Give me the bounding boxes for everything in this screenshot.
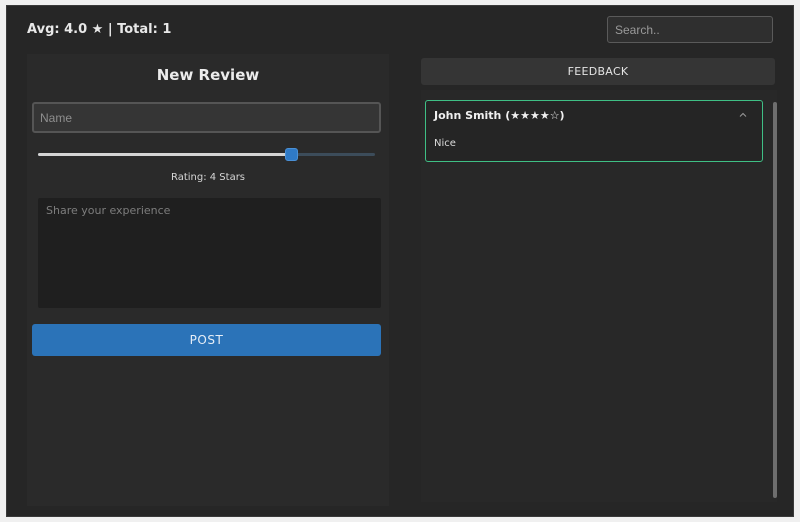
review-app: Avg: 4.0 ★ | Total: 1 New Review Rating:… bbox=[6, 5, 794, 517]
chevron-up-icon[interactable] bbox=[738, 110, 748, 120]
feedback-header: FEEDBACK bbox=[421, 58, 775, 85]
form-title: New Review bbox=[156, 66, 260, 84]
post-button[interactable]: POST bbox=[32, 324, 381, 356]
review-title: John Smith (★★★★☆) bbox=[434, 109, 565, 122]
search-input[interactable] bbox=[607, 16, 773, 43]
new-review-panel: New Review Rating: 4 Stars POST bbox=[27, 54, 389, 506]
experience-textarea[interactable] bbox=[38, 198, 381, 308]
feedback-list: John Smith (★★★★☆) Nice bbox=[421, 90, 777, 502]
slider-thumb[interactable] bbox=[284, 148, 298, 161]
scrollbar[interactable] bbox=[773, 102, 777, 498]
rating-label: Rating: 4 Stars bbox=[170, 172, 246, 183]
slider-fill bbox=[38, 153, 291, 156]
rating-slider[interactable] bbox=[38, 148, 375, 161]
name-input[interactable] bbox=[32, 102, 381, 133]
review-card[interactable]: John Smith (★★★★☆) Nice bbox=[425, 100, 763, 162]
rating-summary: Avg: 4.0 ★ | Total: 1 bbox=[27, 22, 172, 37]
review-text: Nice bbox=[434, 138, 456, 149]
